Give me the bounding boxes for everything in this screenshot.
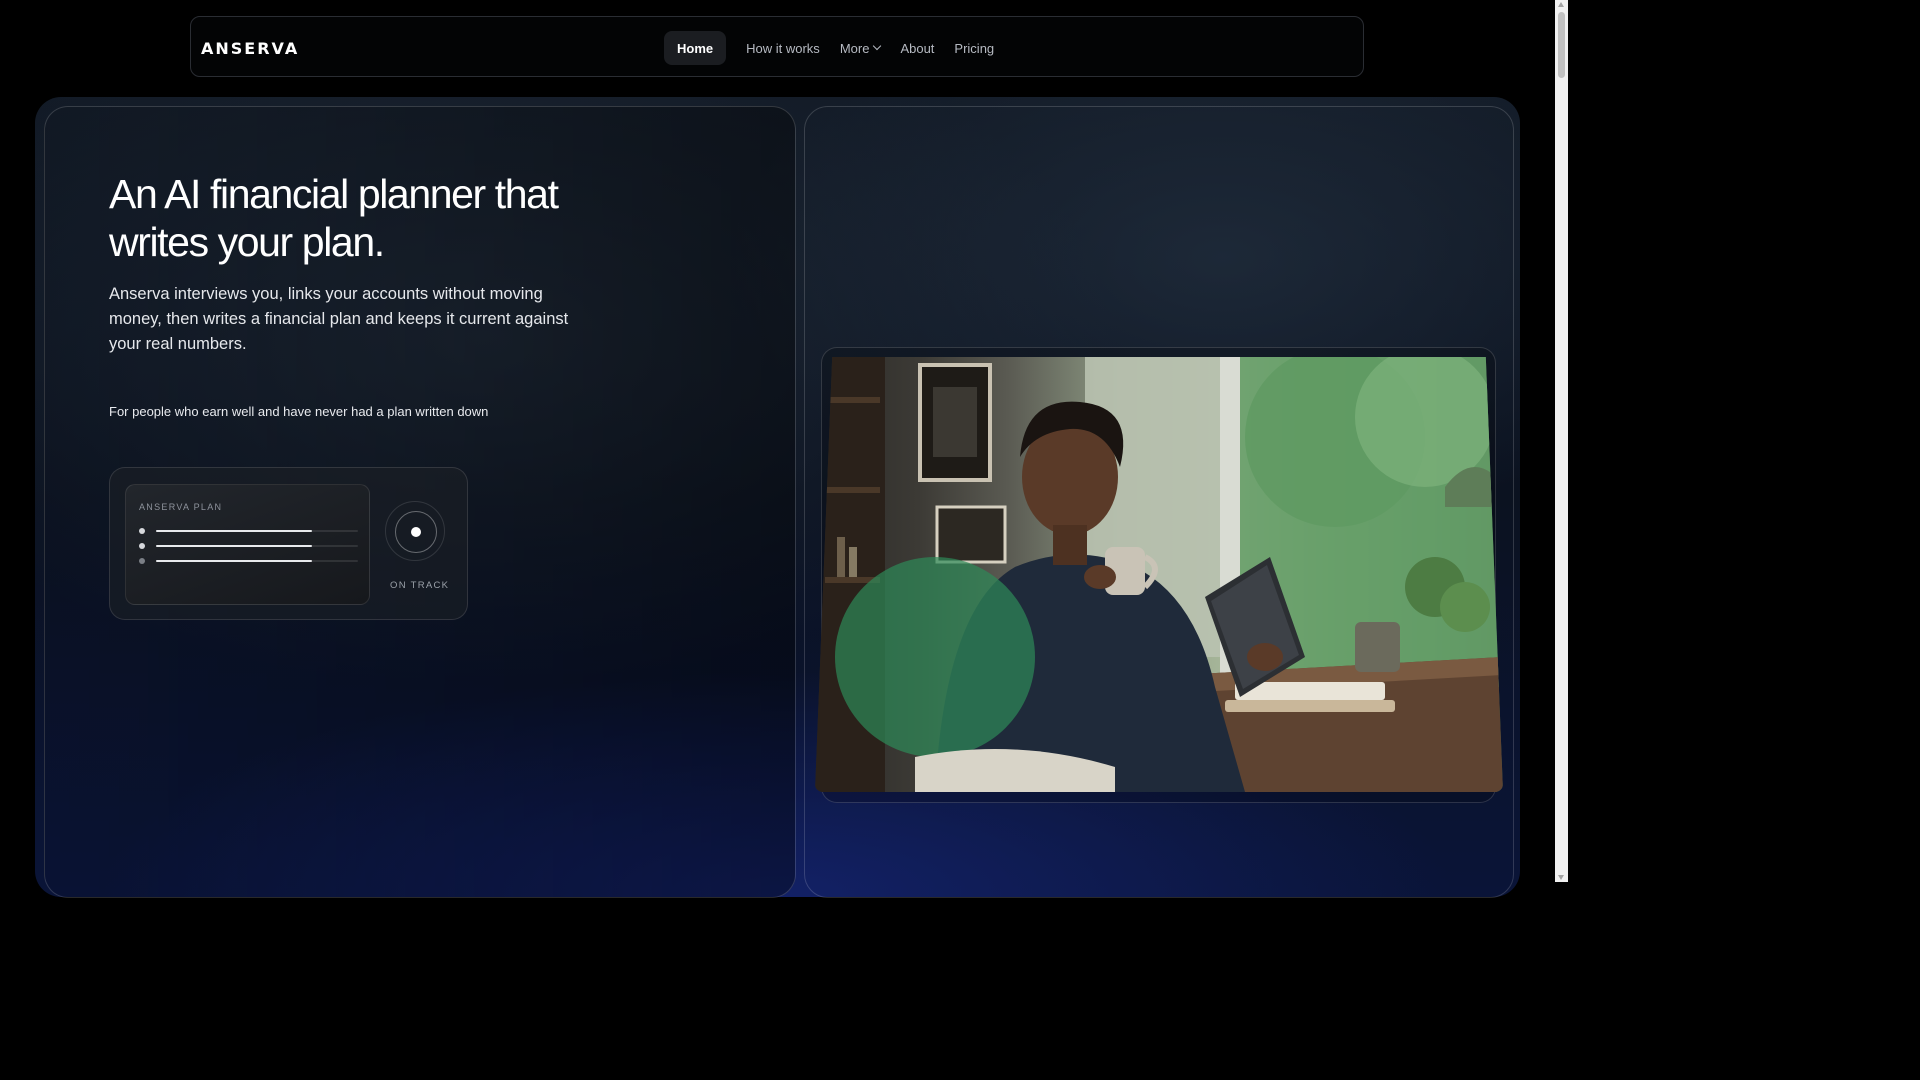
status-dot-icon xyxy=(411,527,421,537)
top-navigation: ANSERVA Home How it works More About Pri… xyxy=(190,16,1364,77)
nav-item-more-label: More xyxy=(839,40,870,56)
nav-item-home[interactable]: Home xyxy=(664,31,727,65)
plan-preview: ANSERVA PLAN xyxy=(125,484,370,605)
scroll-up-arrow-icon[interactable] xyxy=(1558,2,1564,7)
scroll-down-arrow-icon[interactable] xyxy=(1558,875,1564,880)
bullet-icon xyxy=(139,558,145,564)
plan-line-fill xyxy=(156,560,312,562)
plan-line-fill xyxy=(156,545,312,547)
plan-status-text: ON TRACK xyxy=(390,580,450,591)
nav-item-about[interactable]: About xyxy=(900,31,934,65)
bullet-icon xyxy=(139,528,145,534)
plan-line-fill xyxy=(156,530,312,532)
bullet-icon xyxy=(139,543,145,549)
hero-lead: Anserva interviews you, links your accou… xyxy=(109,285,569,353)
plan-line xyxy=(139,527,358,535)
hero-heading: An AI financial planner that writes your… xyxy=(109,171,559,265)
photo-woman-tablet-icon xyxy=(815,357,1503,792)
nav-item-more[interactable]: More xyxy=(839,31,882,65)
vertical-scrollbar[interactable] xyxy=(1555,0,1568,882)
brand-logo[interactable]: ANSERVA xyxy=(201,39,299,58)
plan-status-card: ANSERVA PLAN ON TRACK xyxy=(109,467,468,620)
nav-links: Home How it works More About Pricing xyxy=(664,31,1014,65)
chevron-down-icon xyxy=(873,41,882,51)
plan-line xyxy=(139,557,358,565)
plan-label: ANSERVA PLAN xyxy=(139,502,223,512)
nav-item-pricing[interactable]: Pricing xyxy=(954,31,994,65)
photo-illustration xyxy=(815,357,1503,792)
plan-line xyxy=(139,542,358,550)
nav-item-how-it-works[interactable]: How it works xyxy=(746,31,820,65)
scrollbar-thumb[interactable] xyxy=(1558,12,1565,78)
hero-audience: For people who earn well and have never … xyxy=(109,404,489,419)
